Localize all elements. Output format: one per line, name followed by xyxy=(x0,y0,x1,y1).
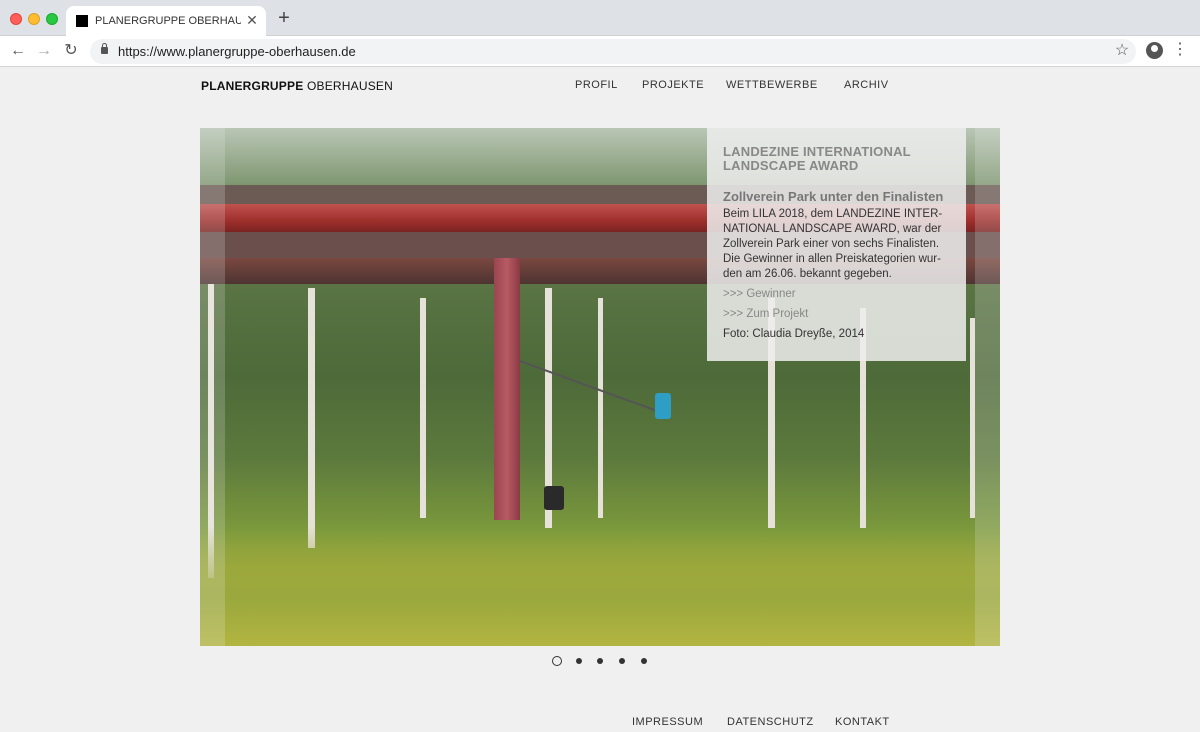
address-bar[interactable]: https://www.planergruppe-oberhausen.de xyxy=(90,39,1136,64)
nav-projekte[interactable]: PROJEKTE xyxy=(642,79,704,91)
photo-credit: Foto: Claudia Dreyße, 2014 xyxy=(723,328,865,340)
nav-wettbewerbe[interactable]: WETTBEWERBE xyxy=(726,79,818,91)
red-support-post xyxy=(494,258,520,520)
body-line: Die Gewinner in allen Preiskategorien wu… xyxy=(723,253,941,265)
bookmark-star-icon[interactable]: ☆ xyxy=(1112,40,1132,60)
swinging-person xyxy=(655,393,671,419)
swing-rope xyxy=(519,360,661,414)
more-menu-icon[interactable]: ⋮ xyxy=(1172,40,1188,60)
lock-icon xyxy=(101,43,108,54)
nav-profil[interactable]: PROFIL xyxy=(575,79,618,91)
award-title: LANDEZINE INTERNATIONAL LANDSCAPE AWARD xyxy=(723,145,950,173)
browser-toolbar: ← → ↻ https://www.planergruppe-oberhause… xyxy=(0,36,1200,67)
body-line: den am 26.06. bekannt gegeben. xyxy=(723,268,892,280)
birch-trunk xyxy=(308,288,315,548)
body-line: Zollverein Park einer von sechs Finalist… xyxy=(723,238,940,250)
footer-kontakt[interactable]: KONTAKT xyxy=(835,716,890,728)
slide-headline: Zollverein Park unter den Finalisten xyxy=(723,189,944,204)
new-tab-icon[interactable]: + xyxy=(274,8,294,28)
body-line: NATIONAL LANDSCAPE AWARD, war der xyxy=(723,223,942,235)
back-arrow-icon[interactable]: ← xyxy=(8,41,28,61)
birch-trunk xyxy=(420,298,426,518)
award-title-line: LANDSCAPE AWARD xyxy=(723,158,859,173)
reload-icon[interactable]: ↻ xyxy=(61,41,81,61)
award-title-line: LANDEZINE INTERNATIONAL xyxy=(723,144,911,159)
logo-light: OBERHAUSEN xyxy=(303,79,393,93)
slide-body: Beim LILA 2018, dem LANDEZINE INTER- NAT… xyxy=(723,207,950,282)
slide-edge-right xyxy=(975,128,1000,646)
maximize-window-button[interactable] xyxy=(46,13,58,25)
minimize-window-button[interactable] xyxy=(28,13,40,25)
standing-person xyxy=(544,486,564,510)
logo-bold: PLANERGRUPPE xyxy=(201,79,304,93)
forward-arrow-icon[interactable]: → xyxy=(34,41,54,61)
url-text[interactable]: https://www.planergruppe-oberhausen.de xyxy=(118,44,356,59)
project-link[interactable]: >>> Zum Projekt xyxy=(723,307,950,322)
birch-trunk xyxy=(598,298,603,518)
footer-datenschutz[interactable]: DATENSCHUTZ xyxy=(727,716,814,728)
slider-dot-3[interactable] xyxy=(597,658,603,664)
web-page: PLANERGRUPPE OBERHAUSEN PROFIL PROJEKTE … xyxy=(0,67,1200,732)
slider-dot-4[interactable] xyxy=(619,658,625,664)
slider-dot-2[interactable] xyxy=(576,658,582,664)
browser-window: PLANERGRUPPE OBERHAUSEN ✕ + ← → ↻ https:… xyxy=(0,0,1200,732)
tab-close-icon[interactable]: ✕ xyxy=(244,12,260,28)
winners-link[interactable]: >>> Gewinner xyxy=(723,287,950,302)
meadow xyxy=(200,526,1000,646)
slide-info-box: LANDEZINE INTERNATIONAL LANDSCAPE AWARD … xyxy=(707,128,966,361)
slide-edge-left xyxy=(200,128,225,646)
close-window-button[interactable] xyxy=(10,13,22,25)
favicon-icon xyxy=(76,15,88,27)
tab-bar: PLANERGRUPPE OBERHAUSEN ✕ + xyxy=(0,0,1200,36)
site-logo[interactable]: PLANERGRUPPE OBERHAUSEN xyxy=(201,79,393,93)
body-line: Beim LILA 2018, dem LANDEZINE INTER- xyxy=(723,208,943,220)
browser-tab[interactable]: PLANERGRUPPE OBERHAUSEN ✕ xyxy=(66,6,266,36)
slider-dot-5[interactable] xyxy=(641,658,647,664)
slider-pagination xyxy=(0,655,1200,667)
tab-title: PLANERGRUPPE OBERHAUSEN xyxy=(95,15,241,27)
slider-dot-1[interactable] xyxy=(552,656,562,666)
account-icon[interactable] xyxy=(1146,42,1163,59)
footer-impressum[interactable]: IMPRESSUM xyxy=(632,716,703,728)
nav-archiv[interactable]: ARCHIV xyxy=(844,79,889,91)
